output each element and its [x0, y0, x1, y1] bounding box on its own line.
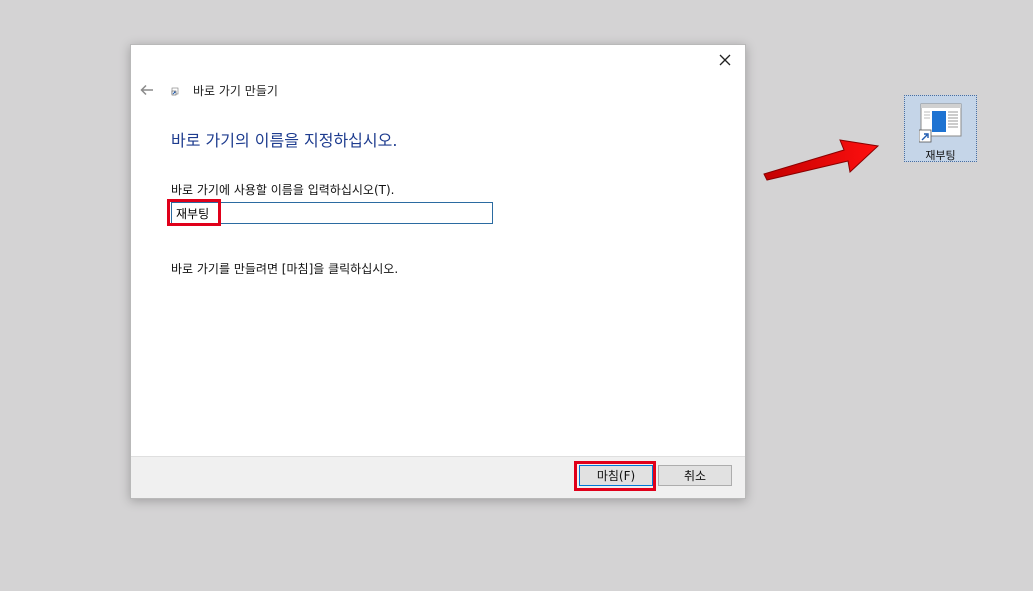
back-button[interactable]	[139, 82, 155, 98]
finish-hint: 바로 가기를 만들려면 [마침]을 클릭하십시오.	[171, 262, 399, 276]
create-shortcut-dialog: 바로 가기 만들기 바로 가기의 이름을 지정하십시오. 바로 가기에 사용할 …	[130, 44, 746, 499]
shortcut-name-input[interactable]	[171, 202, 493, 224]
close-button[interactable]	[711, 49, 739, 71]
shortcut-icon	[171, 87, 179, 96]
desktop-shortcut-icon[interactable]: 재부팅	[904, 95, 977, 162]
dialog-footer: 마침(F) 취소	[131, 456, 745, 498]
dialog-nav: 바로 가기 만들기	[139, 81, 278, 99]
back-arrow-icon	[140, 84, 153, 96]
close-icon	[719, 54, 731, 66]
shortcut-label: 재부팅	[925, 149, 956, 162]
finish-button[interactable]: 마침(F)	[579, 465, 653, 486]
red-arrow-icon	[763, 139, 880, 181]
page-heading: 바로 가기의 이름을 지정하십시오.	[171, 131, 398, 150]
name-label: 바로 가기에 사용할 이름을 입력하십시오(T).	[171, 183, 395, 197]
window-title: 바로 가기 만들기	[193, 83, 278, 98]
cancel-button[interactable]: 취소	[658, 465, 732, 486]
shortcut-file-icon	[919, 103, 962, 143]
